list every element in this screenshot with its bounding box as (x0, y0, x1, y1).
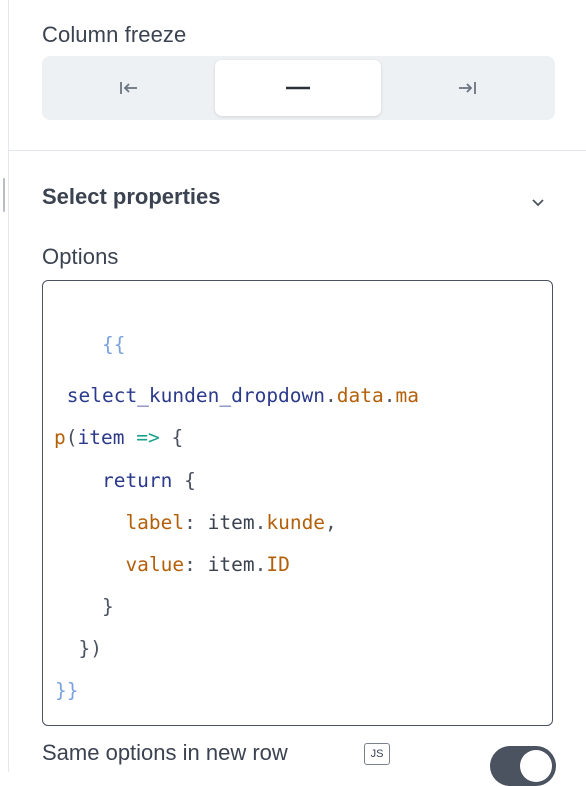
freeze-none-button[interactable] (215, 60, 381, 116)
options-label: Options (42, 244, 119, 269)
freeze-right-icon (456, 78, 478, 98)
code-line-6: value: item.ID (55, 553, 290, 576)
column-freeze-toggle-group (42, 56, 555, 120)
freeze-right-button[interactable] (384, 60, 550, 116)
code-line-5: label: item.kunde, (55, 511, 337, 534)
code-line-7: } (55, 595, 114, 618)
same-options-toggle[interactable] (490, 746, 556, 786)
chevron-down-icon[interactable] (526, 190, 550, 214)
code-line-8: }) (55, 637, 102, 660)
resize-handle[interactable] (3, 178, 5, 212)
code-line-2: select_kunden_dropdown.data.ma (55, 384, 419, 407)
same-options-label: Same options in new row (42, 740, 288, 765)
freeze-none-icon (285, 85, 311, 91)
js-toggle-badge[interactable]: JS (364, 743, 390, 765)
toggle-knob (520, 750, 552, 782)
code-line-3: p(item => { (54, 426, 184, 449)
panel-left-border (8, 0, 9, 772)
freeze-left-button[interactable] (46, 60, 212, 116)
options-code-editor[interactable]: {{ select_kunden_dropdown.data.ma p(item… (42, 280, 553, 726)
code-line-9: }} (55, 679, 79, 702)
freeze-left-icon (118, 78, 140, 98)
column-freeze-label: Column freeze (42, 22, 187, 47)
section-title-select-properties: Select properties (42, 184, 221, 209)
code-line-1: {{ (101, 333, 126, 356)
section-divider (9, 150, 586, 151)
code-line-4: return { (55, 469, 196, 492)
